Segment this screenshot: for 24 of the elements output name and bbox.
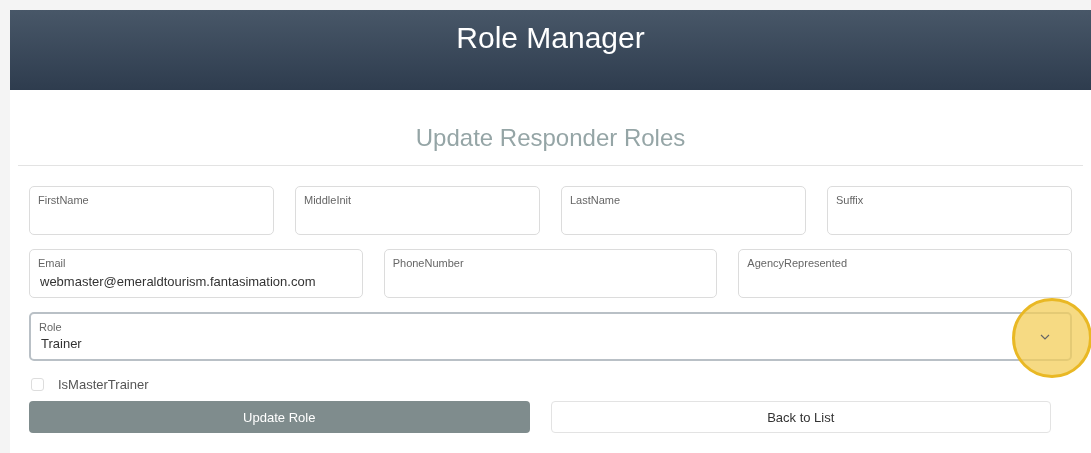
input-field[interactable]: FirstName [29,185,274,235]
field-label: AgencyRepresented [747,255,849,270]
form-title: Update Responder Roles [414,124,687,153]
field-label: Email [38,255,67,270]
field-label: Suffix [836,192,865,207]
input-field[interactable]: LastName [561,185,806,235]
field-value: webmaster@emeraldtourism.fantasimation.com [39,272,317,291]
input-field[interactable]: MiddleInit [295,185,540,235]
caret-icon [1040,334,1050,341]
select-value: Trainer [40,334,83,353]
field-label: Role [39,319,63,334]
input-field[interactable]: PhoneNumber [383,248,718,298]
checkbox-label: IsMasterTrainer [58,375,149,394]
field-label: FirstName [38,192,90,207]
page-title: Role Manager [456,20,645,56]
field-label: PhoneNumber [392,255,465,270]
field-label: LastName [570,192,622,207]
update-button[interactable]: Update Role [29,401,530,434]
input-field[interactable]: AgencyRepresented [738,248,1072,298]
input-field[interactable]: Suffix [827,185,1072,235]
checkbox[interactable] [31,378,44,392]
input-field[interactable]: Email webmaster@emeraldtourism.fantasimation.com [29,248,363,298]
back-button[interactable]: Back to List [550,401,1051,434]
field-label: MiddleInit [304,192,353,207]
